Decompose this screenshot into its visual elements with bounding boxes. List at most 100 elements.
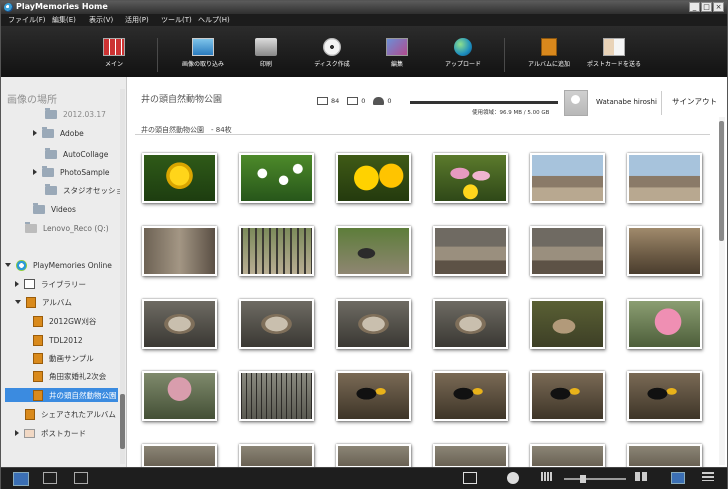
album-icon	[33, 315, 43, 327]
small-grid-icon[interactable]	[541, 472, 552, 481]
photo-thumbnail[interactable]	[336, 299, 411, 349]
sidebar-item-album[interactable]: 2012GW刈谷	[33, 314, 96, 328]
sidebar-item-drive[interactable]: Lenovo_Reco (Q:)	[25, 221, 109, 235]
sidebar-item-videos[interactable]: Videos	[33, 202, 76, 216]
sidebar-item-album-selected[interactable]: 井の頭自然動物公園	[5, 388, 118, 402]
map-view-icon[interactable]	[74, 472, 88, 484]
library-icon	[24, 279, 35, 289]
expand-arrow-icon[interactable]	[33, 130, 37, 136]
menu-help[interactable]: ヘルプ(H)	[198, 15, 230, 25]
info-icon[interactable]	[507, 472, 519, 484]
photo-thumbnail[interactable]	[336, 444, 411, 468]
photo-thumbnail[interactable]	[530, 226, 605, 276]
sidebar-scroll-thumb[interactable]	[120, 394, 125, 449]
photo-thumbnail[interactable]	[530, 153, 605, 203]
grid-scrollbar[interactable]	[719, 117, 725, 465]
sidebar-item-folder[interactable]: 2012.03.17	[45, 107, 106, 121]
grid-icon	[103, 38, 125, 56]
sidebar-item-folder[interactable]: PhotoSample	[33, 165, 110, 179]
photo-thumbnail[interactable]	[433, 153, 508, 203]
sidebar-item-album[interactable]: 動画サンプル	[33, 351, 94, 365]
main-button[interactable]: メイン	[79, 38, 149, 68]
photo-thumbnail[interactable]	[530, 371, 605, 421]
album-title: 井の頭自然動物公園	[141, 95, 223, 105]
menu-use[interactable]: 活用(P)	[125, 15, 149, 25]
photo-thumbnail[interactable]	[336, 371, 411, 421]
people-count: 0	[387, 97, 392, 105]
sidebar-item-albums[interactable]: アルバム	[15, 295, 72, 309]
edit-button[interactable]: 編集	[362, 38, 432, 68]
expand-arrow-icon[interactable]	[15, 430, 19, 436]
photo-thumbnail[interactable]	[239, 226, 314, 276]
photo-thumbnail[interactable]	[627, 371, 702, 421]
photo-thumbnail[interactable]	[433, 371, 508, 421]
photo-thumbnail[interactable]	[530, 299, 605, 349]
calendar-view-icon[interactable]	[43, 472, 57, 484]
sidebar-item-folder[interactable]: Adobe	[33, 126, 84, 140]
maximize-button[interactable]: □	[701, 2, 712, 12]
thumbnail-view-icon[interactable]	[13, 472, 29, 486]
slideshow-icon[interactable]	[463, 472, 477, 484]
collapse-arrow-icon[interactable]	[5, 263, 11, 267]
import-button[interactable]: 画像の取り込み	[168, 38, 238, 68]
drive-icon	[25, 221, 37, 233]
folder-icon	[45, 183, 57, 195]
photo-thumbnail[interactable]	[239, 299, 314, 349]
photo-thumbnail[interactable]	[627, 153, 702, 203]
photo-thumbnail[interactable]	[239, 444, 314, 468]
zoom-slider-handle[interactable]	[580, 475, 586, 483]
sidebar-scrollbar[interactable]	[120, 89, 125, 464]
edit-icon	[386, 38, 408, 56]
menu-file[interactable]: ファイル(F)	[8, 15, 46, 25]
photo-thumbnail[interactable]	[336, 153, 411, 203]
grid-scroll-thumb[interactable]	[719, 121, 724, 241]
photo-thumbnail[interactable]	[433, 299, 508, 349]
upload-button[interactable]: アップロード	[428, 38, 498, 68]
menu-tools[interactable]: ツール(T)	[161, 15, 192, 25]
menu-view[interactable]: 表示(V)	[89, 15, 113, 25]
photo-thumbnail[interactable]	[627, 444, 702, 468]
sidebar-item-folder[interactable]: スタジオセッショ	[45, 183, 123, 197]
add-album-label: アルバムに追加	[528, 61, 570, 68]
photo-thumbnail[interactable]	[142, 299, 217, 349]
sidebar-item-label: スタジオセッショ	[63, 185, 123, 195]
menu-edit[interactable]: 編集(E)	[52, 15, 76, 25]
sidebar-item-shared-albums[interactable]: シェアされたアルバム	[25, 407, 116, 421]
photo-thumbnail[interactable]	[627, 299, 702, 349]
photo-thumbnail[interactable]	[433, 444, 508, 468]
sidebar-item-album[interactable]: 角田家婚礼2次会	[33, 369, 106, 383]
add-album-button[interactable]: アルバムに追加	[514, 38, 584, 68]
sidebar-item-album[interactable]: TDL2012	[33, 333, 83, 347]
photo-thumbnail[interactable]	[142, 444, 217, 468]
close-button[interactable]: ×	[713, 2, 724, 12]
photo-thumbnail[interactable]	[433, 226, 508, 276]
photo-thumbnail[interactable]	[336, 226, 411, 276]
sidebar-item-library[interactable]: ライブラリー	[15, 277, 86, 291]
collapse-arrow-icon[interactable]	[15, 300, 21, 304]
photo-thumbnail[interactable]	[239, 371, 314, 421]
disc-button[interactable]: ディスク作成	[297, 38, 367, 68]
postcard-button[interactable]: ポストカードを送る	[579, 38, 649, 68]
sign-out-link[interactable]: サインアウト	[661, 91, 717, 115]
album-icon	[33, 370, 43, 382]
sidebar-item-postcard[interactable]: ポストカード	[15, 426, 86, 440]
photo-thumbnail[interactable]	[530, 444, 605, 468]
sidebar-item-online[interactable]: PlayMemories Online	[5, 258, 112, 272]
sidebar-item-label: TDL2012	[49, 335, 83, 345]
avatar[interactable]	[564, 90, 588, 116]
photo-thumbnail[interactable]	[142, 226, 217, 276]
list-layout-icon[interactable]	[702, 472, 714, 481]
large-grid-icon[interactable]	[635, 472, 647, 481]
print-button[interactable]: 印刷	[231, 38, 301, 68]
photo-thumbnail[interactable]	[142, 371, 217, 421]
photo-thumbnail[interactable]	[239, 153, 314, 203]
sidebar-item-folder[interactable]: AutoCollage	[45, 147, 108, 161]
zoom-slider[interactable]	[564, 475, 626, 483]
album-add-icon	[541, 38, 557, 56]
expand-arrow-icon[interactable]	[15, 281, 19, 287]
minimize-button[interactable]: _	[689, 2, 700, 12]
grid-layout-icon[interactable]	[671, 472, 685, 484]
photo-thumbnail[interactable]	[627, 226, 702, 276]
photo-thumbnail[interactable]	[142, 153, 217, 203]
expand-arrow-icon[interactable]	[33, 169, 37, 175]
